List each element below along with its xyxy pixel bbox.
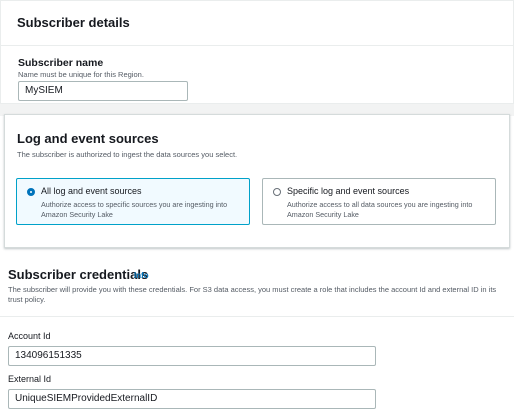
subscriber-details-panel: Subscriber details Subscriber name Name …: [0, 0, 514, 104]
subscriber-name-hint: Name must be unique for this Region.: [18, 70, 144, 79]
external-id-input[interactable]: UniqueSIEMProvidedExternalID: [8, 389, 376, 409]
subscriber-name-input[interactable]: MySIEM: [18, 81, 188, 101]
log-event-sources-panel: Log and event sources The subscriber is …: [4, 114, 510, 248]
account-id-label: Account Id: [8, 331, 51, 341]
external-id-label: External Id: [8, 374, 52, 384]
subscriber-details-heading: Subscriber details: [17, 15, 130, 30]
credentials-divider: [0, 316, 514, 317]
option-all-sources-desc: Authorize access to specific sources you…: [41, 200, 228, 219]
subscriber-name-label: Subscriber name: [18, 57, 104, 69]
radio-all-sources[interactable]: [27, 188, 35, 196]
option-all-sources[interactable]: All log and event sources Authorize acce…: [16, 178, 250, 225]
subscriber-credentials-description: The subscriber will provide you with the…: [8, 285, 497, 304]
log-event-sources-heading: Log and event sources: [17, 131, 159, 146]
subscriber-credentials-heading: Subscriber credentials: [8, 267, 149, 282]
option-specific-sources-title: Specific log and event sources: [287, 186, 410, 196]
log-event-sources-description: The subscriber is authorized to ingest t…: [17, 150, 238, 159]
subscriber-details-header: Subscriber details: [1, 1, 513, 46]
info-link[interactable]: Info: [134, 271, 149, 280]
account-id-input[interactable]: 134096151335: [8, 346, 376, 366]
radio-specific-sources[interactable]: [273, 188, 281, 196]
option-specific-sources-desc: Authorize access to all data sources you…: [287, 200, 473, 219]
option-all-sources-title: All log and event sources: [41, 186, 142, 196]
option-specific-sources[interactable]: Specific log and event sources Authorize…: [262, 178, 496, 225]
